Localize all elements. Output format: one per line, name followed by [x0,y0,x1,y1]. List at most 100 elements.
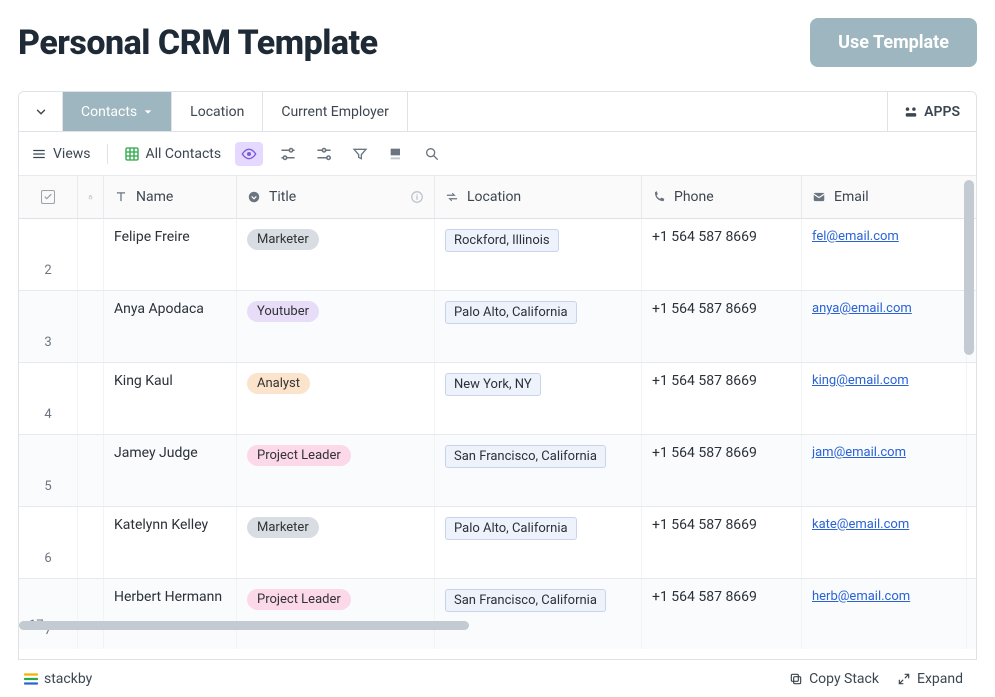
table-row[interactable]: 3 Anya ApodacaYoutuber Palo Alto, Californ… [19,291,976,363]
row-lock-cell [78,291,104,362]
cell-location[interactable]: Palo Alto, California [435,507,642,578]
cell-location[interactable]: New York, NY [435,363,642,434]
column-header-phone[interactable]: Phone [642,176,802,218]
cell-email[interactable]: jam@email.com [802,435,967,506]
tab-current-employer[interactable]: Current Employer [263,92,407,131]
sliders-icon [315,145,333,163]
cell-title[interactable]: Marketer [237,219,435,290]
use-template-button[interactable]: Use Template [810,18,977,67]
column-header-title[interactable]: Title [237,176,435,218]
column-checkbox[interactable] [19,176,78,218]
cell-title[interactable]: Analyst [237,363,435,434]
table-row[interactable]: 5 Jamey Judge Project Leader San Francisco,… [19,435,976,507]
cell-title[interactable]: Marketer [237,507,435,578]
location-chip: San Francisco, California [445,589,606,612]
main-panel: Contacts Location Current Employer APPS … [18,91,977,672]
table-row[interactable]: 2Felipe FreireMarketerRockford, Illinois… [19,219,976,291]
cell-location[interactable]: San Francisco, California [435,579,642,649]
views-label: Views [53,146,91,162]
search-button[interactable] [421,146,443,162]
location-chip: New York, NY [445,373,541,396]
toggle-visibility-button[interactable] [235,142,263,166]
lock-icon [88,190,93,204]
cell-location[interactable]: Palo Alto, California [435,291,642,362]
cell-email[interactable]: kate@email.com [802,507,967,578]
cell-name[interactable]: Anya Apodaca [104,291,237,362]
title-pill: Marketer [247,517,319,538]
row-number: 5 [19,435,78,506]
cell-title[interactable]: Project Leader [237,435,435,506]
tab-location[interactable]: Location [172,92,263,131]
column-label: Email [834,189,869,205]
cell-location[interactable]: San Francisco, California [435,435,642,506]
table-row[interactable]: 4King KaulAnalystNew York, NY+1 564 587 … [19,363,976,435]
row-number: 7 [19,579,78,649]
cell-phone[interactable]: +1 564 587 8669 [642,363,802,434]
email-link[interactable]: herb@email.com [812,589,910,604]
cell-phone[interactable]: +1 564 587 8669 [642,435,802,506]
expand-label: Expand [917,671,963,687]
cell-name[interactable]: Katelynn Kelley [104,507,237,578]
copy-stack-button[interactable]: Copy Stack [789,671,879,687]
table-container: Name Title Location Phone Email [19,176,976,671]
view-name-label: All Contacts [146,146,222,162]
location-chip: San Francisco, California [445,445,606,468]
cell-email[interactable]: herb@email.com [802,579,967,649]
cell-email[interactable]: anya@email.com [802,291,967,362]
location-chip: Palo Alto, California [445,301,577,324]
funnel-icon [352,146,368,162]
title-pill: Project Leader [247,445,351,466]
cell-name[interactable]: Jamey Judge [104,435,237,506]
chevron-down-icon [34,105,48,119]
column-label: Name [136,189,173,205]
cell-name[interactable]: Felipe Freire [104,219,237,290]
cell-title[interactable]: Project Leader [237,579,435,649]
row-lock-cell [78,219,104,290]
cell-phone[interactable]: +1 564 587 8669 [642,507,802,578]
row-height-button[interactable] [385,146,407,162]
email-link[interactable]: kate@email.com [812,517,909,532]
apps-button[interactable]: APPS [888,92,976,131]
email-link[interactable]: fel@email.com [812,229,899,244]
tab-label: Contacts [81,104,137,120]
filter-control-button[interactable] [277,145,299,163]
scrollbar-thumb[interactable] [19,621,469,630]
tabs-collapse-button[interactable] [19,92,63,131]
location-chip: Palo Alto, California [445,517,577,540]
row-lock-cell [78,363,104,434]
row-number: 3 [19,291,78,362]
brand-logo[interactable]: stackby [22,670,92,688]
column-header-location[interactable]: Location [435,176,642,218]
cell-email[interactable]: king@email.com [802,363,967,434]
email-link[interactable]: anya@email.com [812,301,912,316]
vertical-scrollbar[interactable] [964,180,974,355]
cell-phone[interactable]: +1 564 587 8669 [642,291,802,362]
current-view-button[interactable]: All Contacts [124,146,222,162]
toolbar-separator [107,144,108,164]
cell-phone[interactable]: +1 564 587 8669 [642,579,802,649]
column-header-email[interactable]: Email [802,176,967,218]
cell-email[interactable]: fel@email.com [802,219,967,290]
column-header-name[interactable]: Name [104,176,237,218]
table-row[interactable]: 7 Herbert HermannProject Leader San Franci… [19,579,976,649]
cell-name[interactable]: Herbert Hermann [104,579,237,649]
sort-button[interactable] [349,146,371,162]
cell-title[interactable]: Youtuber [237,291,435,362]
tab-contacts[interactable]: Contacts [63,92,172,131]
footer-bar: stackby Copy Stack Expand [18,659,977,697]
table-row[interactable]: 6Katelynn KelleyMarketerPalo Alto, Calif… [19,507,976,579]
views-button[interactable]: Views [31,146,91,162]
expand-button[interactable]: Expand [897,671,963,687]
row-lock-cell [78,579,104,649]
tabs-bar: Contacts Location Current Employer APPS [19,92,976,132]
check-icon [43,192,53,202]
cell-location[interactable]: Rockford, Illinois [435,219,642,290]
table-body[interactable]: 2Felipe FreireMarketerRockford, Illinois… [19,219,976,649]
email-link[interactable]: jam@email.com [812,445,906,460]
group-control-button[interactable] [313,145,335,163]
cell-phone[interactable]: +1 564 587 8669 [642,219,802,290]
cell-name[interactable]: King Kaul [104,363,237,434]
select-all-checkbox[interactable] [41,190,55,204]
email-link[interactable]: king@email.com [812,373,909,388]
horizontal-scrollbar[interactable] [19,621,976,633]
